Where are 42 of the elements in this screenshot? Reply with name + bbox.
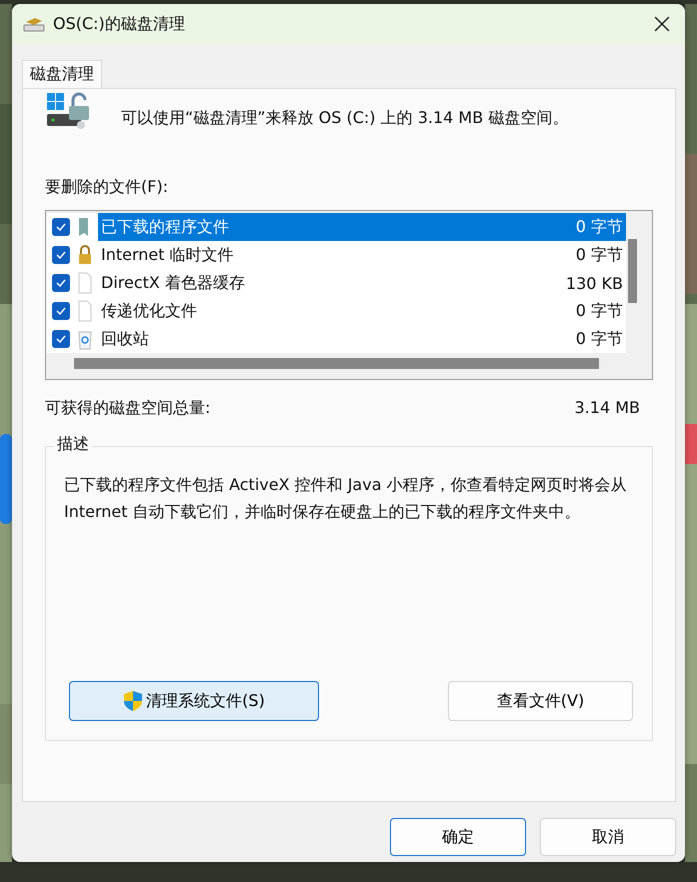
check-icon: [55, 305, 67, 317]
description-text: 已下载的程序文件包括 ActiveX 控件和 Java 小程序，你查看特定网页时将会从 Internet 自动下载它们，并临时保存在硬盘上的已下载的程序文件夹中。: [64, 474, 628, 523]
dialog-button[interactable]: 确定: [390, 818, 526, 856]
check-icon: [55, 221, 67, 233]
file-row[interactable]: 回收站 0 字节: [98, 325, 627, 353]
action-button[interactable]: 查看文件(V): [448, 681, 633, 721]
file-row[interactable]: DirectX 着色器缓存 130 KB: [98, 269, 627, 297]
checkbox[interactable]: [52, 330, 70, 348]
check-icon: [55, 277, 67, 289]
file-row[interactable]: 已下载的程序文件 0 字节: [98, 213, 627, 241]
padlock-icon: [77, 244, 93, 266]
checkbox[interactable]: [52, 274, 70, 292]
checkbox[interactable]: [52, 302, 70, 320]
file-row[interactable]: 传递优化文件 0 字节: [98, 297, 627, 325]
check-icon: [55, 249, 67, 261]
tab[interactable]: 磁盘清理: [22, 60, 102, 88]
close-icon: [654, 16, 670, 32]
file-row[interactable]: Internet 临时文件 0 字节: [98, 241, 627, 269]
total-value: 3.14 MB: [574, 398, 640, 419]
file-size: 0 字节: [576, 244, 623, 266]
document-icon: [77, 300, 93, 322]
shield-icon: [123, 690, 144, 712]
checkbox[interactable]: [52, 218, 70, 236]
broom-drive-icon: [23, 16, 45, 32]
file-size: 130 KB: [566, 274, 623, 292]
window-title: OS(C:)的磁盘清理: [53, 14, 186, 34]
file-size: 0 字节: [576, 328, 623, 350]
dialog-button[interactable]: 取消: [540, 818, 676, 856]
document-icon: [77, 272, 93, 294]
total-label: 可获得的磁盘空间总量:: [45, 398, 210, 419]
file-size: 0 字节: [576, 216, 623, 238]
file-size: 0 字节: [576, 300, 623, 322]
check-icon: [55, 333, 67, 345]
action-button[interactable]: 清理系统文件(S): [69, 681, 319, 721]
file-name: 传递优化文件: [101, 300, 197, 322]
summary-text: 可以使用“磁盘清理”来释放 OS (C:) 上的 3.14 MB 磁盘空间。: [121, 108, 568, 129]
file-name: 回收站: [101, 328, 149, 350]
file-name: DirectX 着色器缓存: [101, 272, 245, 294]
checkbox[interactable]: [52, 246, 70, 264]
files-label: 要删除的文件(F):: [45, 177, 170, 198]
file-name: Internet 临时文件: [101, 244, 234, 266]
file-name: 已下载的程序文件: [101, 216, 229, 238]
